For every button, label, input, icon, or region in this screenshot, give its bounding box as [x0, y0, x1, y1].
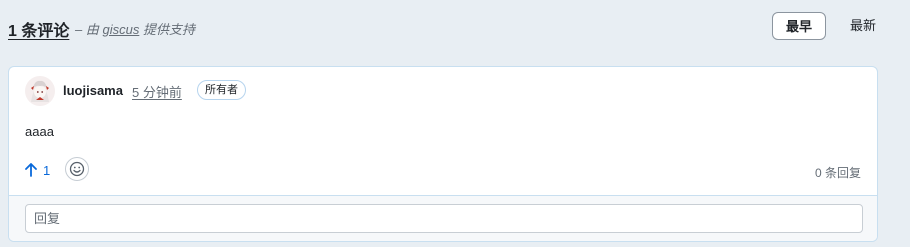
- avatar[interactable]: [25, 76, 55, 106]
- upvote-count: 1: [43, 162, 51, 178]
- powered-suffix: 提供支持: [142, 22, 195, 37]
- sort-newest-button[interactable]: 最新: [835, 12, 891, 40]
- author-name[interactable]: luojisama: [63, 83, 123, 98]
- add-reaction-button[interactable]: [65, 157, 89, 181]
- giscus-link[interactable]: giscus: [102, 22, 139, 37]
- comment-count-link[interactable]: 1 条评论: [8, 17, 69, 41]
- smiley-icon: [69, 161, 85, 177]
- comment-card: luojisama 5 分钟前 所有者 aaaa 1 0 条回复: [8, 66, 878, 242]
- comment-body: aaaa: [25, 124, 54, 139]
- reply-input[interactable]: [25, 204, 863, 233]
- sort-oldest-button[interactable]: 最早: [772, 12, 826, 40]
- reply-area: [9, 195, 877, 241]
- owner-badge: 所有者: [197, 80, 246, 100]
- comment-timestamp-link[interactable]: 5 分钟前: [132, 82, 182, 101]
- upvote-button[interactable]: 1: [25, 162, 50, 178]
- comments-header: 1 条评论 – 由 giscus 提供支持 最早 最新: [8, 12, 903, 42]
- powered-by-text: – 由 giscus 提供支持: [75, 19, 195, 38]
- reply-count: 0 条回复: [814, 166, 861, 180]
- powered-prefix: – 由: [75, 22, 99, 37]
- arrow-up-icon: [25, 163, 37, 177]
